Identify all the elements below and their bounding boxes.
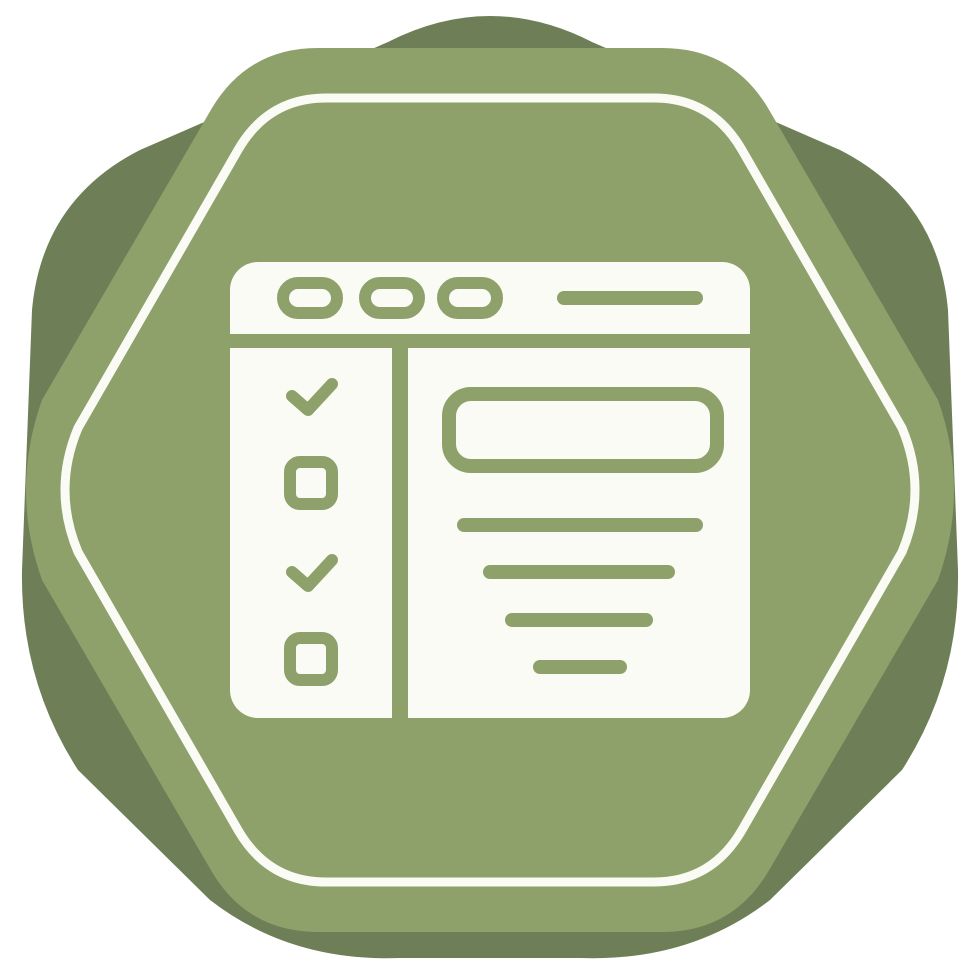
icon-canvas <box>0 0 980 980</box>
sidebar-divider <box>392 348 408 718</box>
header-divider <box>230 334 750 348</box>
browser-checklist-icon <box>21 16 959 959</box>
browser-window <box>230 262 750 718</box>
